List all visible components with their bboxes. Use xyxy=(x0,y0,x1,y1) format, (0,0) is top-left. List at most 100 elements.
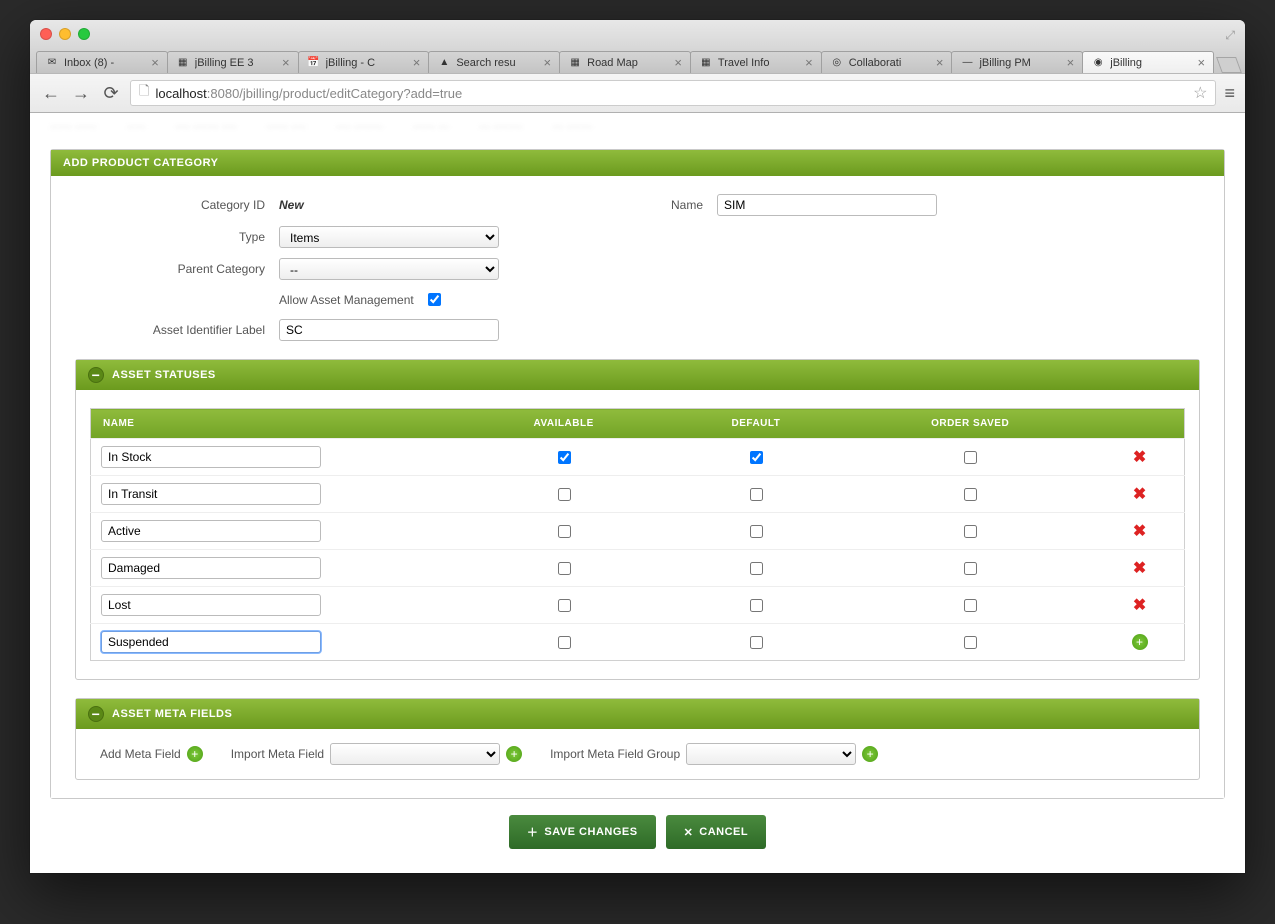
asset-statuses-panel: − ASSET STATUSES NAME AVAILABLE DEFAULT … xyxy=(75,359,1200,680)
status-available-checkbox[interactable] xyxy=(558,562,571,575)
delete-status-button[interactable]: ✖ xyxy=(1133,523,1146,540)
import-meta-field-button[interactable]: + xyxy=(506,746,522,762)
status-row: ✖ xyxy=(91,587,1185,624)
browser-tab[interactable]: ◉ jBilling × xyxy=(1082,51,1214,73)
tab-close-icon[interactable]: × xyxy=(1197,55,1205,70)
type-select[interactable]: Items xyxy=(279,226,499,248)
browser-tab[interactable]: ▦ Road Map × xyxy=(559,51,691,73)
status-order-saved-checkbox[interactable] xyxy=(964,488,977,501)
bookmark-star-icon[interactable]: ☆ xyxy=(1193,83,1207,103)
url-path: :8080/jbilling/product/editCategory?add=… xyxy=(207,86,462,101)
window-fullscreen-icon[interactable]: ⤢ xyxy=(1225,28,1235,43)
window-controls: ⤢ xyxy=(30,20,1245,47)
window-close-icon[interactable] xyxy=(40,28,52,40)
url-bar[interactable]: 🗋 localhost:8080/jbilling/product/editCa… xyxy=(130,80,1216,106)
status-available-checkbox[interactable] xyxy=(558,525,571,538)
status-name-input[interactable] xyxy=(101,594,321,616)
browser-tab[interactable]: ▲Search resu× xyxy=(428,51,560,73)
browser-tab[interactable]: ▦jBilling EE 3× xyxy=(167,51,299,73)
col-default: DEFAULT xyxy=(667,409,845,439)
asset-statuses-title: ASSET STATUSES xyxy=(112,369,216,381)
status-order-saved-checkbox[interactable] xyxy=(964,525,977,538)
delete-status-button[interactable]: ✖ xyxy=(1133,560,1146,577)
browser-menu-button[interactable]: ≡ xyxy=(1224,83,1235,104)
status-name-input[interactable] xyxy=(101,520,321,542)
tab-title: Collaborati xyxy=(849,57,931,69)
status-name-input[interactable] xyxy=(101,483,321,505)
status-default-checkbox[interactable] xyxy=(750,525,763,538)
status-default-checkbox[interactable] xyxy=(750,451,763,464)
status-order-saved-checkbox[interactable] xyxy=(964,636,977,649)
browser-tab[interactable]: ▦Travel Info× xyxy=(690,51,822,73)
status-available-checkbox[interactable] xyxy=(558,451,571,464)
status-default-checkbox[interactable] xyxy=(750,636,763,649)
tab-close-icon[interactable]: × xyxy=(544,55,552,70)
add-status-button[interactable]: + xyxy=(1132,634,1148,650)
window-minimize-icon[interactable] xyxy=(59,28,71,40)
url-host: localhost xyxy=(155,86,206,101)
parent-category-select[interactable]: -- xyxy=(279,258,499,280)
tab-bar: ✉Inbox (8) -×▦jBilling EE 3×📅jBilling - … xyxy=(30,47,1245,73)
status-order-saved-checkbox[interactable] xyxy=(964,451,977,464)
tab-favicon-icon: ◉ xyxy=(1091,56,1105,70)
tab-favicon-icon: ▦ xyxy=(176,56,190,70)
add-product-category-panel: ADD PRODUCT CATEGORY Category ID New Nam… xyxy=(50,149,1225,799)
collapse-icon[interactable]: − xyxy=(88,367,104,383)
tab-close-icon[interactable]: × xyxy=(413,55,421,70)
import-meta-field-select[interactable] xyxy=(330,743,500,765)
tab-title: Search resu xyxy=(456,57,538,69)
status-row: ✖ xyxy=(91,476,1185,513)
tab-title: Road Map xyxy=(587,57,669,69)
import-meta-field-group-label: Import Meta Field Group xyxy=(550,747,680,761)
status-available-checkbox[interactable] xyxy=(558,599,571,612)
name-input[interactable] xyxy=(717,194,937,216)
browser-tab[interactable]: 📅jBilling - C× xyxy=(298,51,430,73)
status-name-input[interactable] xyxy=(101,557,321,579)
save-icon: ＋ xyxy=(527,824,539,840)
add-meta-field-button[interactable]: + xyxy=(187,746,203,762)
import-meta-field-group-button[interactable]: + xyxy=(862,746,878,762)
import-meta-field-group-select[interactable] xyxy=(686,743,856,765)
status-row: + xyxy=(91,624,1185,661)
tab-close-icon[interactable]: × xyxy=(805,55,813,70)
allow-asset-label: Allow Asset Management xyxy=(279,293,414,307)
reload-button[interactable]: ⟳ xyxy=(100,83,122,104)
tab-title: jBilling PM xyxy=(979,57,1061,69)
status-default-checkbox[interactable] xyxy=(750,488,763,501)
delete-status-button[interactable]: ✖ xyxy=(1133,449,1146,466)
status-order-saved-checkbox[interactable] xyxy=(964,562,977,575)
tab-close-icon[interactable]: × xyxy=(674,55,682,70)
tab-close-icon[interactable]: × xyxy=(151,55,159,70)
tab-title: jBilling xyxy=(1110,57,1192,69)
new-tab-button[interactable] xyxy=(1216,57,1242,73)
save-changes-button[interactable]: ＋ SAVE CHANGES xyxy=(509,815,656,849)
status-default-checkbox[interactable] xyxy=(750,562,763,575)
window-maximize-icon[interactable] xyxy=(78,28,90,40)
status-available-checkbox[interactable] xyxy=(558,636,571,649)
status-name-input[interactable] xyxy=(101,446,321,468)
tab-favicon-icon: ▦ xyxy=(568,56,582,70)
col-available: AVAILABLE xyxy=(461,409,667,439)
status-default-checkbox[interactable] xyxy=(750,599,763,612)
back-button[interactable]: ← xyxy=(40,83,62,104)
cancel-button[interactable]: ✕ CANCEL xyxy=(666,815,767,849)
browser-tab[interactable]: —jBilling PM× xyxy=(951,51,1083,73)
status-available-checkbox[interactable] xyxy=(558,488,571,501)
cancel-icon: ✕ xyxy=(684,826,694,839)
tab-close-icon[interactable]: × xyxy=(936,55,944,70)
panel-title: ADD PRODUCT CATEGORY xyxy=(63,157,218,169)
browser-tab[interactable]: ◎Collaborati× xyxy=(821,51,953,73)
delete-status-button[interactable]: ✖ xyxy=(1133,486,1146,503)
status-order-saved-checkbox[interactable] xyxy=(964,599,977,612)
asset-identifier-input[interactable] xyxy=(279,319,499,341)
tab-close-icon[interactable]: × xyxy=(282,55,290,70)
action-bar: ＋ SAVE CHANGES ✕ CANCEL xyxy=(50,815,1225,849)
tab-close-icon[interactable]: × xyxy=(1067,55,1075,70)
delete-status-button[interactable]: ✖ xyxy=(1133,597,1146,614)
asset-meta-fields-panel: − ASSET META FIELDS Add Meta Field + Imp… xyxy=(75,698,1200,780)
status-name-input[interactable] xyxy=(101,631,321,653)
browser-tab[interactable]: ✉Inbox (8) -× xyxy=(36,51,168,73)
collapse-icon[interactable]: − xyxy=(88,706,104,722)
allow-asset-checkbox[interactable] xyxy=(428,293,441,306)
forward-button[interactable]: → xyxy=(70,83,92,104)
